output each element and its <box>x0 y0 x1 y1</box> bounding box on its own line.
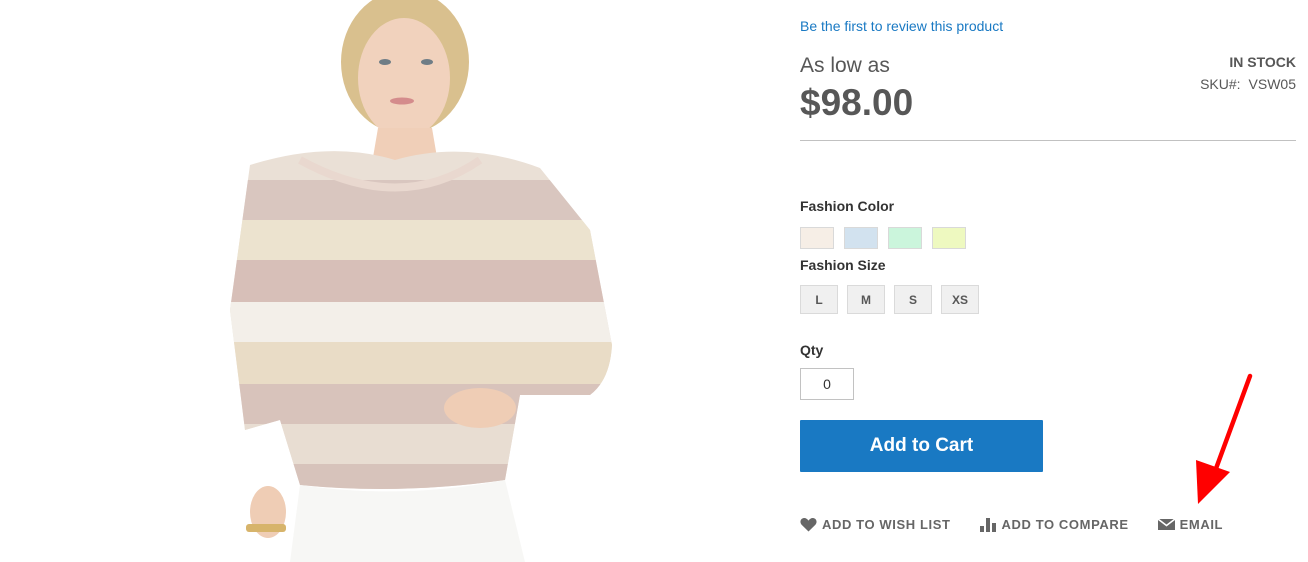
add-to-wishlist-link[interactable]: ADD TO WISH LIST <box>800 517 951 532</box>
product-image[interactable] <box>0 0 760 562</box>
heart-icon <box>800 518 817 532</box>
model-illustration <box>230 0 612 562</box>
bar-chart-icon <box>979 518 996 532</box>
product-actions: ADD TO WISH LIST ADD TO COMPARE EMAIL <box>800 517 1223 532</box>
sku: SKU#: VSW05 <box>1200 76 1296 92</box>
product-page: Be the first to review this product As l… <box>0 0 1308 562</box>
wishlist-label: ADD TO WISH LIST <box>822 517 951 532</box>
size-swatches: L M S XS <box>800 285 979 314</box>
add-to-cart-button[interactable]: Add to Cart <box>800 420 1043 472</box>
color-swatch[interactable] <box>800 227 834 249</box>
sku-value: VSW05 <box>1248 76 1296 92</box>
envelope-icon <box>1157 518 1175 530</box>
email-link[interactable]: EMAIL <box>1157 517 1224 532</box>
qty-label: Qty <box>800 342 824 358</box>
price: $98.00 <box>800 82 914 123</box>
qty-input[interactable] <box>800 368 854 400</box>
email-label: EMAIL <box>1179 517 1224 532</box>
size-swatch-s[interactable]: S <box>894 285 932 314</box>
compare-label: ADD TO COMPARE <box>1001 517 1129 532</box>
stock-status: IN STOCK <box>1229 54 1296 70</box>
size-swatch-xs[interactable]: XS <box>941 285 979 314</box>
color-swatch[interactable] <box>932 227 966 249</box>
fashion-size-label: Fashion Size <box>800 257 886 273</box>
color-swatches <box>800 227 966 249</box>
add-to-compare-link[interactable]: ADD TO COMPARE <box>979 517 1129 532</box>
color-swatch[interactable] <box>888 227 922 249</box>
sku-label: SKU#: <box>1200 76 1241 92</box>
color-swatch[interactable] <box>844 227 878 249</box>
price-label: As low as <box>800 54 890 77</box>
fashion-color-label: Fashion Color <box>800 198 895 214</box>
review-link[interactable]: Be the first to review this product <box>800 18 1003 34</box>
divider <box>800 140 1296 141</box>
annotation-arrow <box>1196 373 1253 504</box>
size-swatch-m[interactable]: M <box>847 285 885 314</box>
size-swatch-l[interactable]: L <box>800 285 838 314</box>
